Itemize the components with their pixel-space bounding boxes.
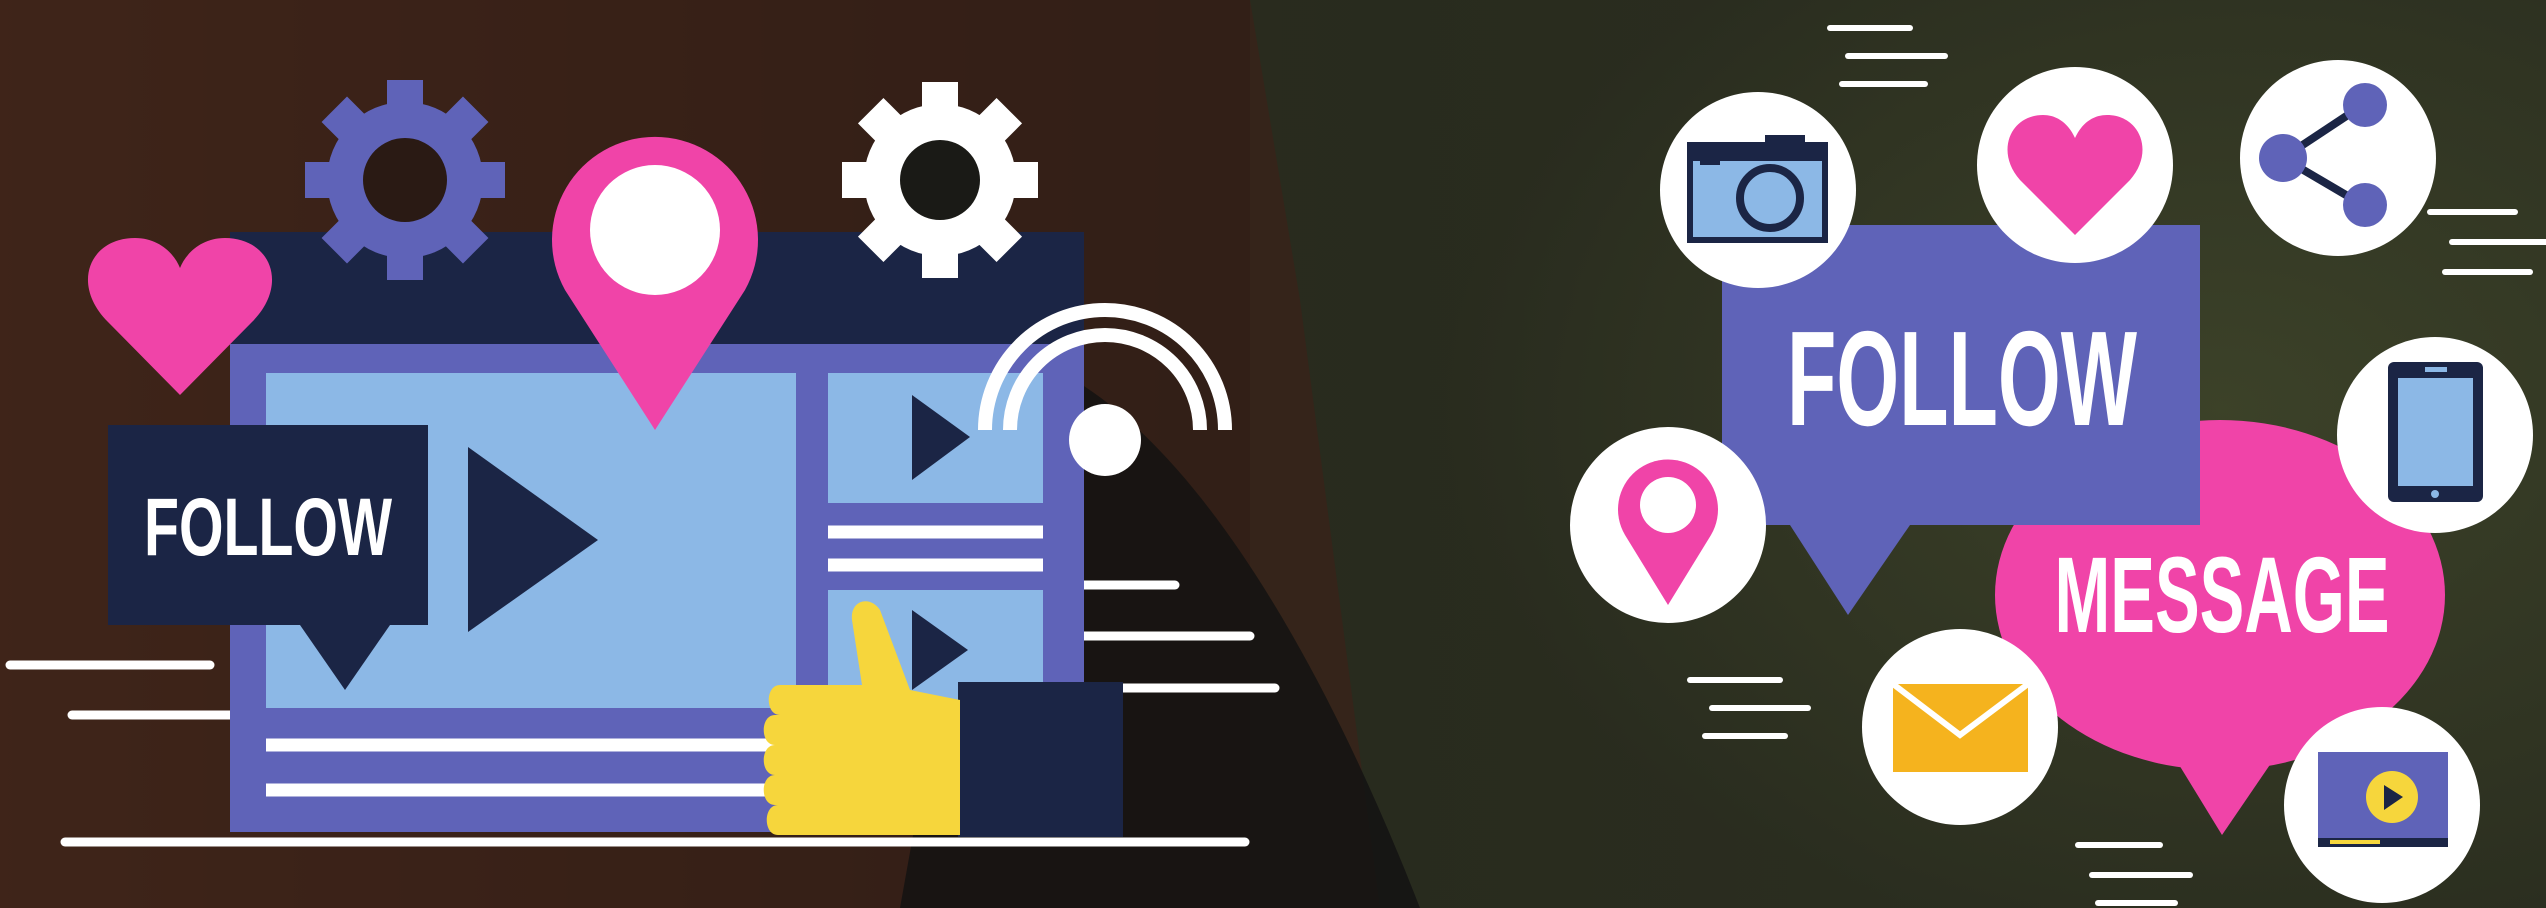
camera-icon (1660, 92, 1856, 288)
banner: FOLLOW MESSAGE FOLLOW (0, 0, 2546, 908)
message-label: MESSAGE (2055, 534, 2390, 655)
video-player-icon (2284, 707, 2480, 903)
banner-illustration: FOLLOW MESSAGE FOLLOW (0, 0, 2546, 908)
heart-circle (1977, 67, 2173, 263)
gear-icon (842, 82, 1038, 278)
gear-icon (305, 80, 505, 280)
tablet-icon (2337, 337, 2533, 533)
envelope-icon (1862, 629, 2058, 825)
location-pin-circle (1570, 427, 1766, 623)
follow-label-right: FOLLOW (1787, 303, 2137, 454)
follow-label-left: FOLLOW (144, 482, 392, 573)
share-icon (2240, 60, 2436, 256)
